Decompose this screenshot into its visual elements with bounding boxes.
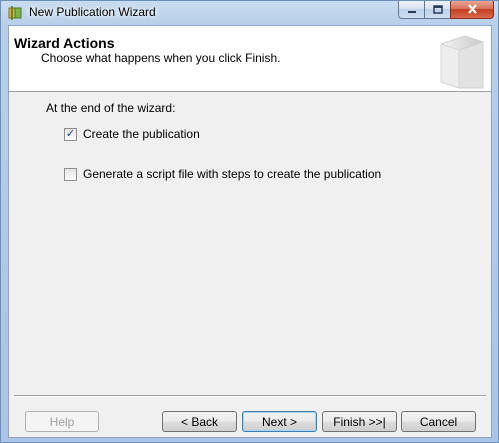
footer-divider — [14, 395, 486, 397]
back-button[interactable]: < Back — [162, 411, 237, 432]
book-graphic-icon — [435, 32, 487, 90]
page-subtitle: Choose what happens when you click Finis… — [41, 51, 281, 65]
caption-buttons — [398, 1, 494, 19]
create-publication-label[interactable]: Create the publication — [83, 127, 200, 141]
minimize-button[interactable] — [398, 1, 424, 19]
generate-script-label[interactable]: Generate a script file with steps to cre… — [83, 167, 381, 181]
window-title: New Publication Wizard — [29, 5, 156, 19]
checkmark-icon: ✓ — [65, 127, 76, 140]
page-title: Wizard Actions — [14, 35, 115, 51]
wizard-window: New Publication Wizard Wizard Actions Ch… — [0, 0, 499, 443]
maximize-icon — [432, 3, 443, 17]
minimize-icon — [407, 3, 417, 17]
generate-script-option[interactable]: Generate a script file with steps to cre… — [64, 167, 381, 181]
wizard-page: Wizard Actions Choose what happens when … — [8, 25, 492, 438]
create-publication-option[interactable]: ✓ Create the publication — [64, 127, 200, 141]
finish-button[interactable]: Finish >>| — [322, 411, 397, 432]
wizard-header: Wizard Actions Choose what happens when … — [9, 26, 491, 92]
maximize-button[interactable] — [424, 1, 450, 19]
cancel-button[interactable]: Cancel — [401, 411, 476, 432]
close-icon — [467, 3, 478, 17]
generate-script-checkbox[interactable] — [64, 167, 77, 181]
title-bar[interactable]: New Publication Wizard — [1, 1, 498, 25]
create-publication-checkbox[interactable]: ✓ — [64, 127, 77, 141]
end-of-wizard-label: At the end of the wizard: — [46, 101, 176, 115]
next-button[interactable]: Next > — [242, 411, 317, 432]
publication-wizard-icon — [7, 5, 23, 21]
help-button[interactable]: Help — [25, 411, 99, 432]
close-button[interactable] — [450, 1, 494, 19]
